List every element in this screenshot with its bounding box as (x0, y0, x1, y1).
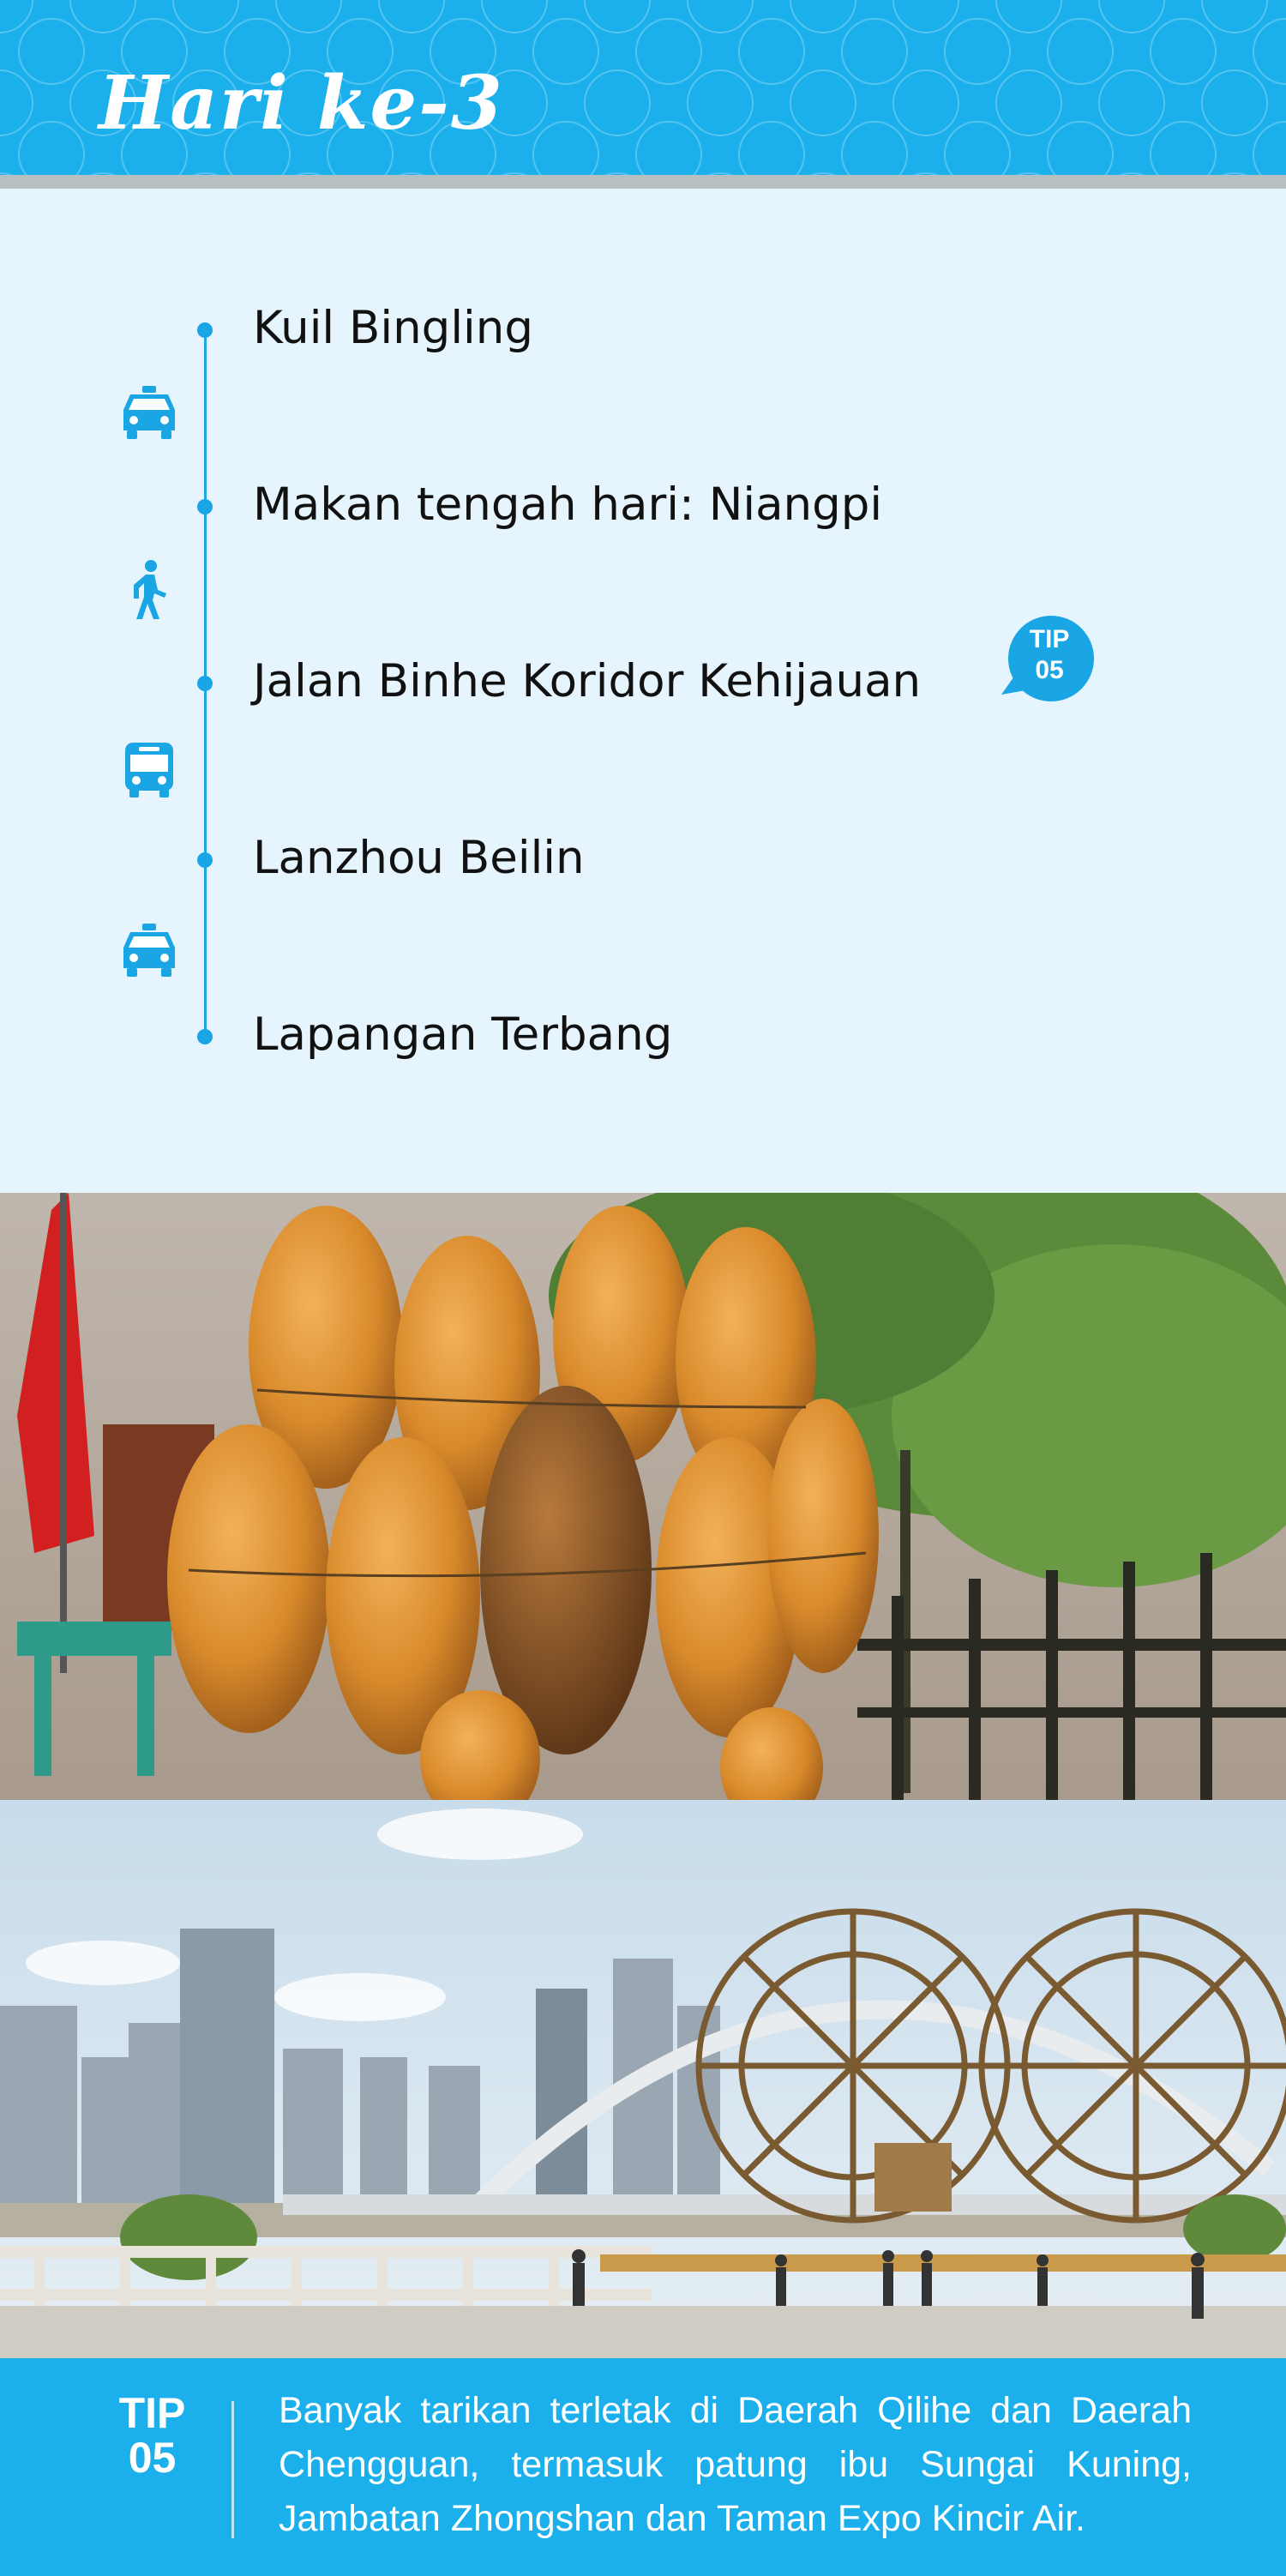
timeline-dot (197, 322, 213, 338)
stop-label: Makan tengah hari: Niangpi (253, 478, 883, 531)
bus-icon (125, 743, 173, 797)
page-title: Hari ke-3 (99, 60, 504, 147)
stop-label: Lanzhou Beilin (253, 832, 585, 884)
tip-text: Banyak tarikan terletak di Daerah Qilihe… (279, 2390, 1192, 2539)
timeline-dot (197, 499, 213, 515)
itinerary-stop: Lanzhou Beilin (0, 824, 1286, 893)
itinerary-stop: Lapangan Terbang (0, 1001, 1286, 1069)
stop-label: Lapangan Terbang (253, 1008, 673, 1061)
waterwheel-park-photo (0, 1800, 1286, 2358)
tip-divider (231, 2401, 234, 2538)
stop-label: Jalan Binhe Koridor Kehijauan (253, 655, 922, 707)
timeline-dot (197, 1029, 213, 1044)
timeline-dot (197, 676, 213, 691)
stop-label: Kuil Bingling (253, 302, 534, 354)
tip-bubble-line2: 05 (1035, 656, 1064, 684)
taxi-icon (123, 924, 175, 977)
tip-panel: TIP 05 Banyak tarikan terletak di Daerah… (0, 2358, 1286, 2576)
walking-icon (134, 560, 166, 619)
tip-label-line1: TIP (118, 2389, 186, 2437)
taxi-icon (123, 386, 175, 439)
gourd-rafts-photo (0, 1193, 1286, 1800)
tip-bubble-line1: TIP (1029, 625, 1070, 653)
tip-bubble-label[interactable]: TIP 05 (1010, 624, 1089, 686)
itinerary-stop: Makan tengah hari: Niangpi (0, 471, 1286, 539)
day-header: Hari ke-3 (0, 0, 1286, 175)
header-divider (0, 175, 1286, 189)
timeline-dot (197, 852, 213, 868)
tip-label: TIP 05 (94, 2391, 210, 2480)
itinerary-stop: Kuil Bingling (0, 294, 1286, 363)
tip-label-line2: 05 (128, 2434, 177, 2482)
